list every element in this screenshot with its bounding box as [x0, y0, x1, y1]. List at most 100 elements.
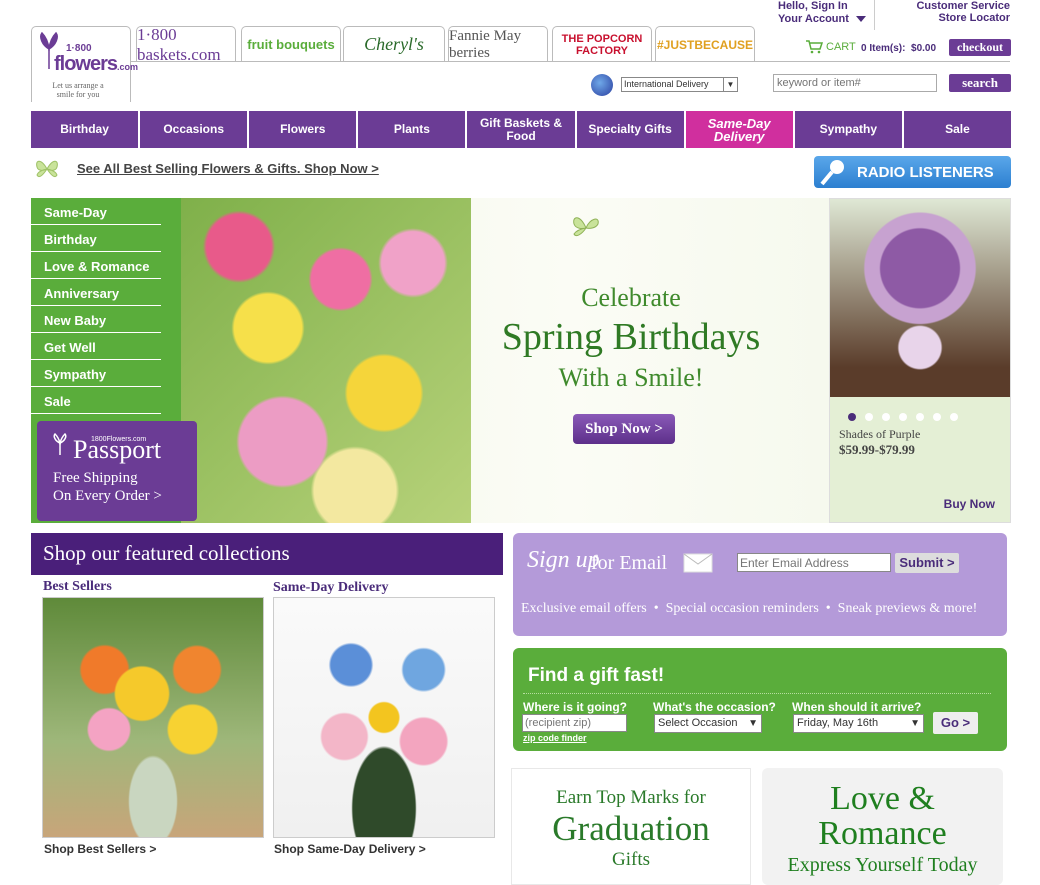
side-menu-same-day[interactable]: Same-Day [31, 198, 161, 225]
envelope-icon [683, 553, 713, 573]
logo-flowers: flowers.com [54, 53, 138, 76]
main-nav: Birthday Occasions Flowers Plants Gift B… [31, 111, 1011, 148]
your-account-link[interactable]: Your Account [778, 13, 866, 26]
featured-product-image [830, 199, 1010, 397]
brand-tab-fruit-bouquets[interactable]: fruit bouquets [241, 26, 341, 62]
select-arrow-icon: ▼ [910, 718, 920, 729]
brand-tab-justbecause[interactable]: #JUSTBECAUSE [655, 26, 755, 62]
brand-tab-berries[interactable]: Fannie May berries [448, 26, 548, 62]
side-menu-birthday[interactable]: Birthday [31, 225, 161, 252]
search-button[interactable]: search [949, 74, 1011, 92]
carousel-dot-1[interactable] [848, 413, 856, 421]
carousel-dot-5[interactable] [916, 413, 924, 421]
carousel-dot-6[interactable] [933, 413, 941, 421]
logo-tab[interactable]: 1·800 flowers.com Let us arrange a smile… [31, 26, 138, 102]
grad-line3: Gifts [612, 849, 650, 870]
gift-finder-title: Find a gift fast! [528, 665, 665, 686]
sign-in-link[interactable]: Hello, Sign In [778, 0, 848, 13]
featured-product-name[interactable]: Shades of Purple [839, 427, 920, 442]
shop-same-day-link[interactable]: Shop Same-Day Delivery > [274, 842, 426, 856]
search-input[interactable] [773, 74, 937, 92]
nav-flowers[interactable]: Flowers [249, 111, 359, 148]
brand-tab-cheryls[interactable]: Cheryl's [343, 26, 445, 62]
carousel-dot-2[interactable] [865, 413, 873, 421]
gift-finder-go-button[interactable]: Go > [933, 712, 978, 734]
carousel-dot-7[interactable] [950, 413, 958, 421]
hero-line2: Spring Birthdays [501, 316, 761, 358]
email-for-email-text: for Email [591, 552, 668, 574]
email-benefits: Exclusive email offers • Special occasio… [521, 601, 978, 616]
hero-butterfly-icon [573, 217, 599, 237]
recipient-zip-input[interactable] [522, 714, 627, 732]
cart-label: CART [826, 41, 856, 53]
checkout-button[interactable]: checkout [949, 39, 1011, 56]
brand-tab-popcorn-factory[interactable]: THE POPCORN FACTORY [552, 26, 652, 62]
graduation-promo[interactable]: Earn Top Marks for Graduation Gifts [511, 768, 751, 885]
email-signup-panel: Sign up for Email Submit > Exclusive ema… [513, 533, 1007, 636]
chevron-down-icon [855, 16, 866, 22]
logo-tagline: Let us arrange a smile for you [52, 81, 104, 99]
nav-birthday[interactable]: Birthday [31, 111, 141, 148]
occasion-label: What's the occasion? [653, 700, 776, 714]
passport-promo[interactable]: 1800Flowers.com Passport Free Shipping O… [37, 421, 197, 521]
love-romance-promo[interactable]: Love & Romance Express Yourself Today [762, 768, 1003, 885]
love-line1: Love & [830, 780, 935, 817]
passport-line2: On Every Order > [53, 488, 162, 504]
select-arrow-icon: ▼ [723, 78, 737, 91]
side-menu-sale[interactable]: Sale [31, 387, 161, 414]
side-menu-get-well[interactable]: Get Well [31, 333, 161, 360]
nav-sympathy[interactable]: Sympathy [795, 111, 904, 148]
grad-line1: Earn Top Marks for [556, 787, 706, 808]
radio-listeners-label: RADIO LISTENERS [857, 163, 994, 181]
international-delivery-value: International Delivery [624, 79, 709, 89]
carousel-dot-3[interactable] [882, 413, 890, 421]
zip-code-finder-link[interactable]: zip code finder [523, 733, 587, 743]
occasion-select[interactable]: Select Occasion ▼ [654, 714, 762, 733]
microphone-icon [820, 160, 844, 186]
where-label: Where is it going? [523, 700, 627, 714]
cart-link[interactable]: CART [805, 40, 856, 54]
side-menu-anniversary[interactable]: Anniversary [31, 279, 161, 306]
email-input[interactable] [737, 553, 891, 572]
brand-tab-baskets[interactable]: 1·800 baskets.com [136, 25, 236, 64]
hero-line1: Celebrate [581, 283, 681, 312]
carousel-dot-4[interactable] [899, 413, 907, 421]
email-sign-up-text: Sign up [527, 547, 600, 573]
butterfly-icon [36, 160, 58, 178]
side-menu-sympathy[interactable]: Sympathy [31, 360, 161, 387]
store-locator-link[interactable]: Store Locator [938, 12, 1010, 25]
logo-flowers-text: flowers [54, 53, 118, 75]
nav-same-day-delivery[interactable]: Same-Day Delivery [685, 111, 795, 148]
same-day-delivery-image[interactable] [273, 597, 495, 838]
side-menu-new-baby[interactable]: New Baby [31, 306, 161, 333]
collection-title-best-sellers[interactable]: Best Sellers [43, 579, 112, 595]
nav-plants[interactable]: Plants [358, 111, 468, 148]
featured-collections-heading: Shop our featured collections [31, 533, 503, 575]
featured-product-price: $59.99-$79.99 [839, 442, 915, 457]
your-account-label: Your Account [778, 13, 849, 25]
nav-specialty-gifts[interactable]: Specialty Gifts [577, 111, 686, 148]
side-menu-love-romance[interactable]: Love & Romance [31, 252, 161, 279]
nav-sale[interactable]: Sale [904, 111, 1011, 148]
email-submit-button[interactable]: Submit > [895, 553, 959, 573]
gift-finder-divider [523, 693, 991, 694]
tab-baseline [131, 61, 1010, 62]
buy-now-link[interactable]: Buy Now [944, 497, 995, 511]
delivery-date-select[interactable]: Friday, May 16th ▼ [793, 714, 924, 733]
carousel-dots [848, 408, 967, 426]
shop-best-sellers-link[interactable]: Shop Best Sellers > [44, 842, 156, 856]
divider [874, 0, 875, 30]
hero-banner[interactable]: Celebrate Spring Birthdays With a Smile!… [181, 198, 829, 523]
collection-title-same-day[interactable]: Same-Day Delivery [273, 580, 388, 596]
hero-shop-now-button[interactable]: Shop Now > [573, 414, 675, 444]
passport-flower-icon [53, 433, 67, 455]
best-selling-link[interactable]: See All Best Selling Flowers & Gifts. Sh… [77, 161, 379, 176]
nav-occasions[interactable]: Occasions [140, 111, 250, 148]
nav-gift-baskets[interactable]: Gift Baskets & Food [467, 111, 577, 148]
featured-product-card[interactable]: Shades of Purple $59.99-$79.99 Buy Now [829, 198, 1011, 523]
radio-listeners-banner[interactable]: RADIO LISTENERS [814, 156, 1011, 188]
love-line2: Romance [818, 815, 947, 852]
select-arrow-icon: ▼ [748, 718, 758, 729]
international-delivery-select[interactable]: International Delivery ▼ [621, 77, 738, 92]
best-sellers-image[interactable] [42, 597, 264, 838]
